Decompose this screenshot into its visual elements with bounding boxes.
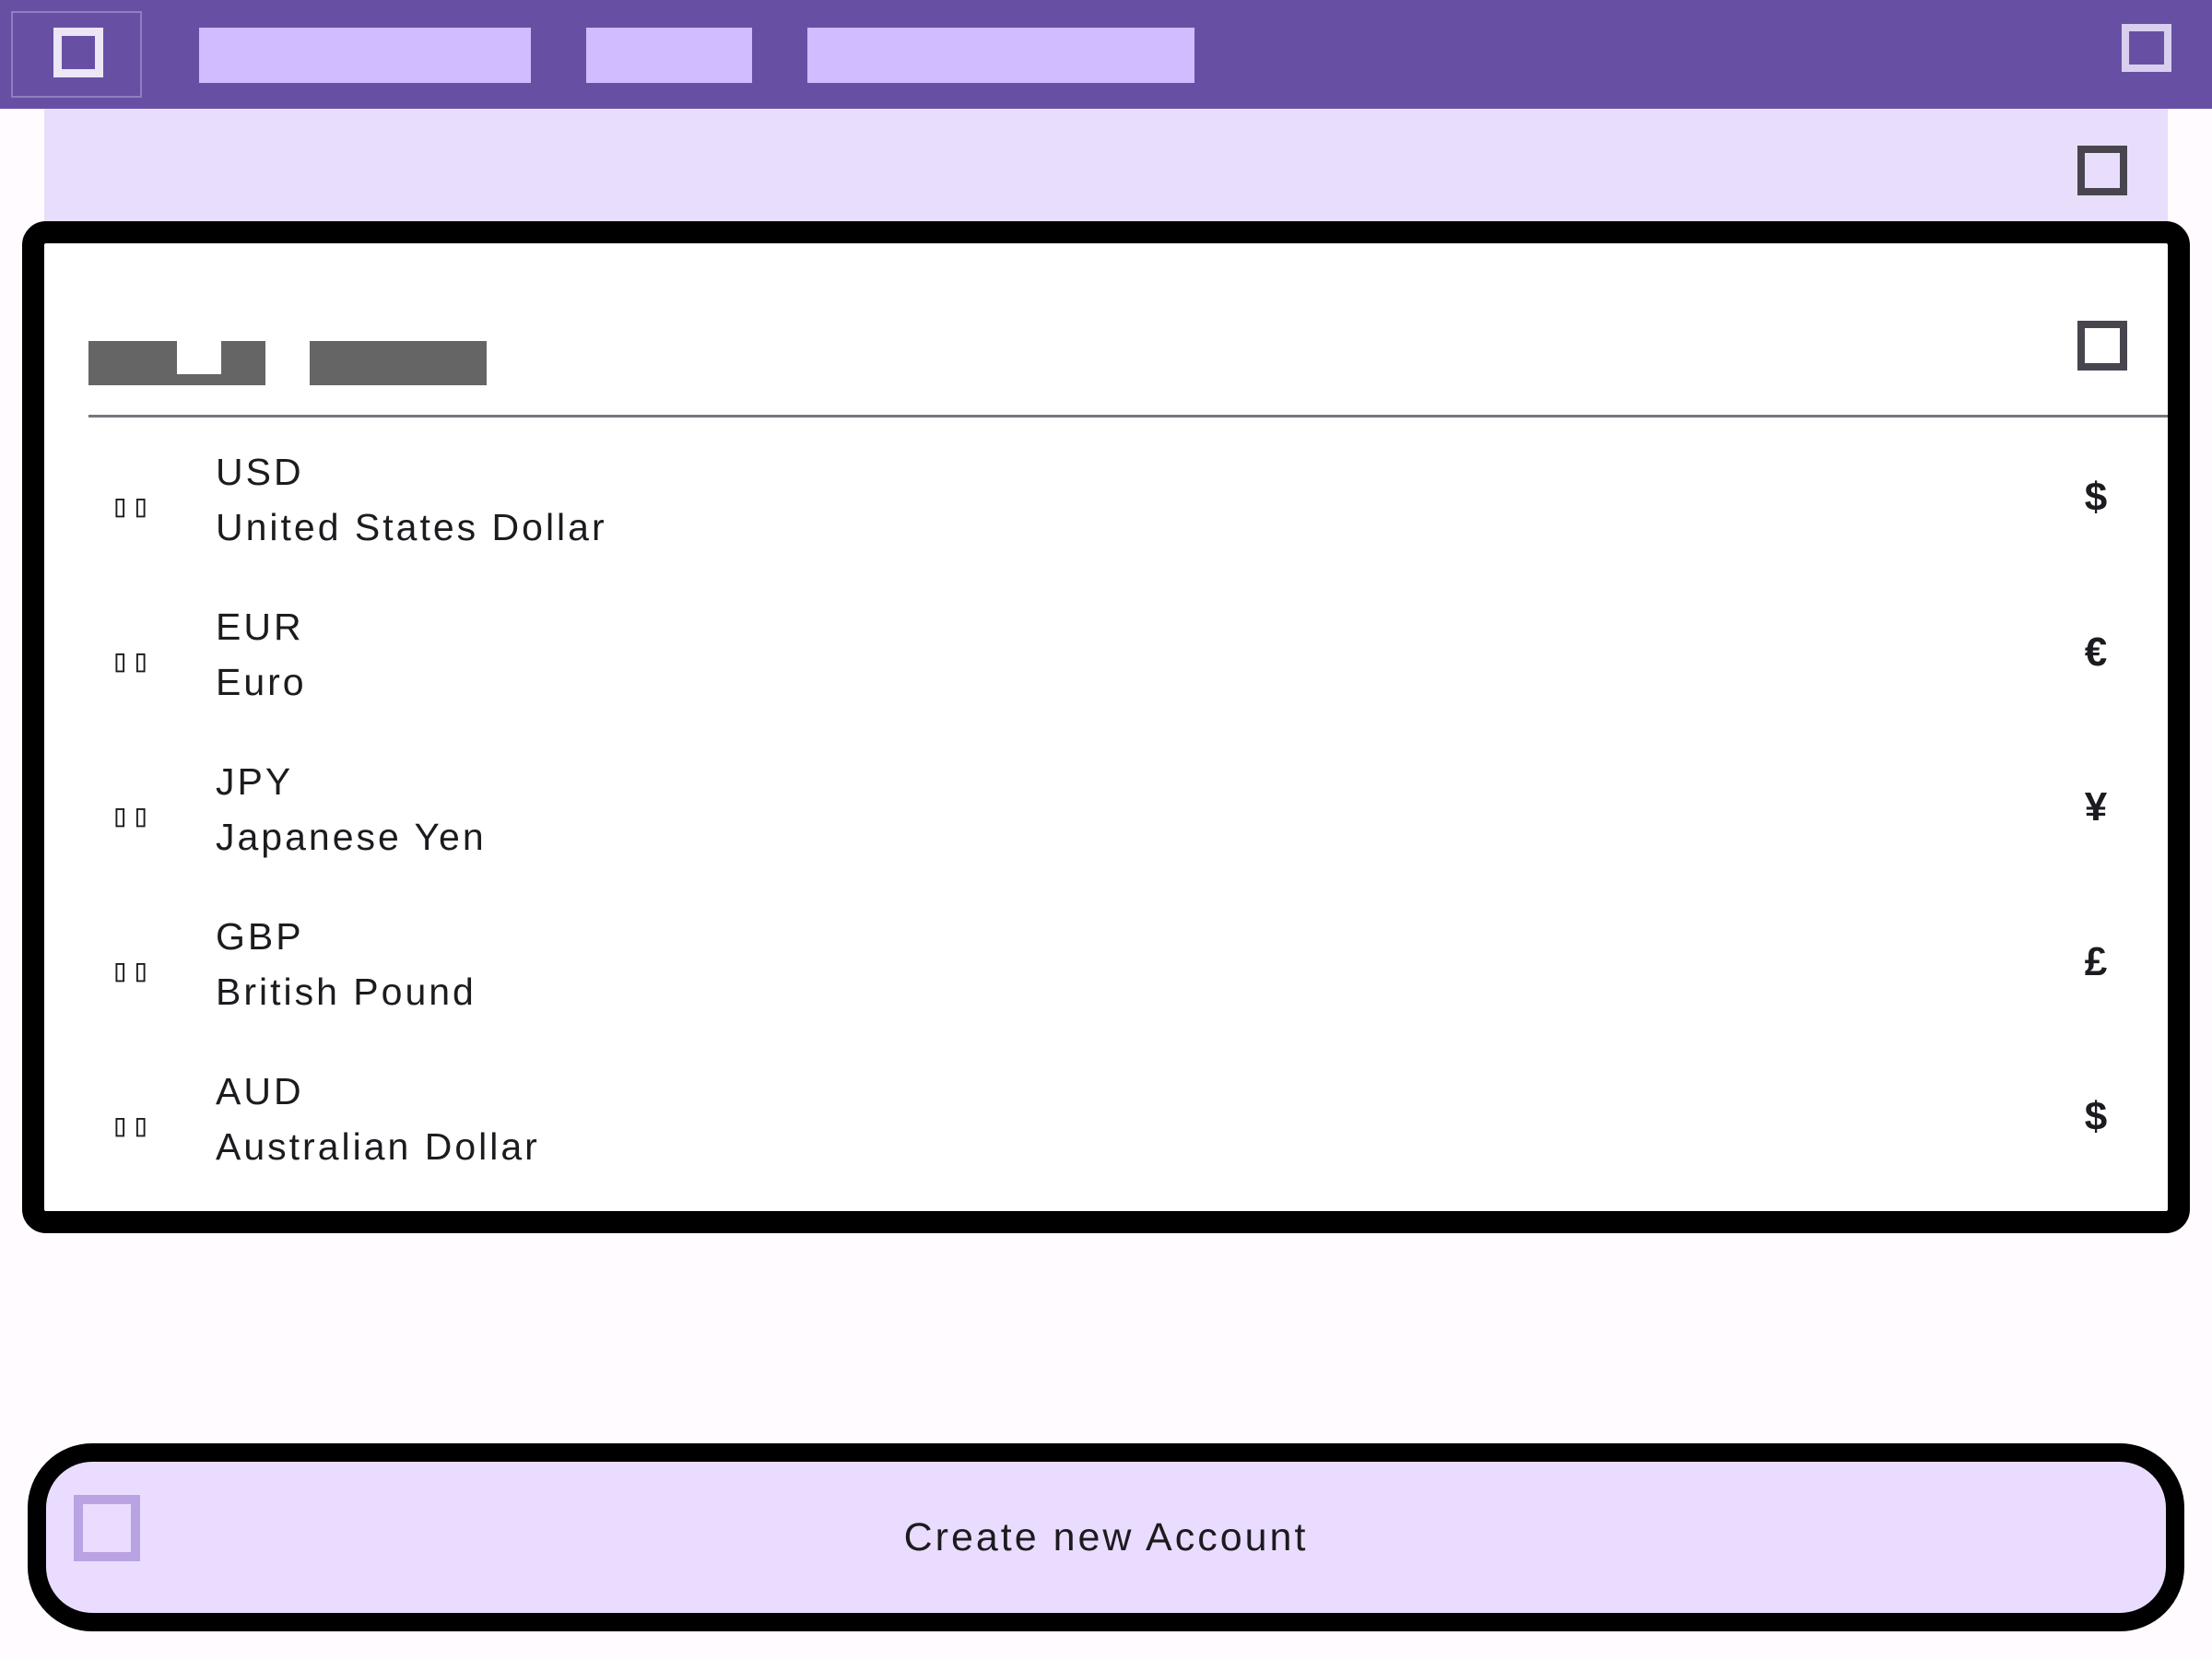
picker-title-placeholder-2: [310, 341, 487, 385]
currency-row-aud[interactable]: ▯▯ AUD Australian Dollar $: [44, 1064, 2168, 1218]
flag-icon: ▯▯: [111, 488, 152, 524]
currency-picker-dialog: ▯▯ USD United States Dollar $ ▯▯ EUR Eur…: [22, 221, 2190, 1233]
currency-name: Euro: [216, 661, 307, 703]
currency-symbol: $: [2084, 1094, 2108, 1139]
create-new-account-button[interactable]: Create new Account: [28, 1443, 2184, 1631]
nav-tab-3[interactable]: [807, 28, 1194, 83]
currency-list: ▯▯ USD United States Dollar $ ▯▯ EUR Eur…: [44, 444, 2168, 1218]
currency-row-gbp[interactable]: ▯▯ GBP British Pound £: [44, 909, 2168, 1064]
currency-name: United States Dollar: [216, 506, 607, 548]
currency-code: GBP: [216, 915, 304, 958]
flag-icon: ▯▯: [111, 642, 152, 679]
picker-close-square-icon[interactable]: [2077, 321, 2127, 371]
nav-tab-2[interactable]: [586, 28, 752, 83]
secondary-bar-square-icon[interactable]: [2077, 146, 2127, 195]
currency-code: JPY: [216, 760, 294, 803]
app-bar-action-square-icon[interactable]: [2122, 24, 2171, 72]
picker-divider: [88, 415, 2168, 418]
currency-name: British Pound: [216, 971, 477, 1013]
create-account-label: Create new Account: [903, 1514, 1309, 1559]
menu-square-icon: [53, 28, 103, 77]
nav-tab-1[interactable]: [199, 28, 531, 83]
currency-code: AUD: [216, 1070, 304, 1112]
menu-button[interactable]: [11, 11, 142, 98]
flag-icon: ▯▯: [111, 952, 152, 989]
currency-symbol: $: [2084, 475, 2108, 520]
currency-symbol: £: [2084, 939, 2108, 984]
currency-row-jpy[interactable]: ▯▯ JPY Japanese Yen ¥: [44, 754, 2168, 909]
currency-code: EUR: [216, 606, 304, 648]
top-app-bar: [0, 0, 2212, 109]
flag-icon: ▯▯: [111, 797, 152, 834]
currency-code: USD: [216, 451, 304, 493]
currency-name: Japanese Yen: [216, 816, 487, 858]
currency-row-usd[interactable]: ▯▯ USD United States Dollar $: [44, 444, 2168, 599]
currency-row-eur[interactable]: ▯▯ EUR Euro €: [44, 599, 2168, 754]
flag-icon: ▯▯: [111, 1107, 152, 1144]
secondary-bar: [44, 109, 2168, 223]
currency-symbol: €: [2084, 629, 2108, 675]
currency-symbol: ¥: [2084, 784, 2108, 830]
title-placeholder-notch: [177, 341, 221, 374]
currency-name: Australian Dollar: [216, 1125, 540, 1168]
